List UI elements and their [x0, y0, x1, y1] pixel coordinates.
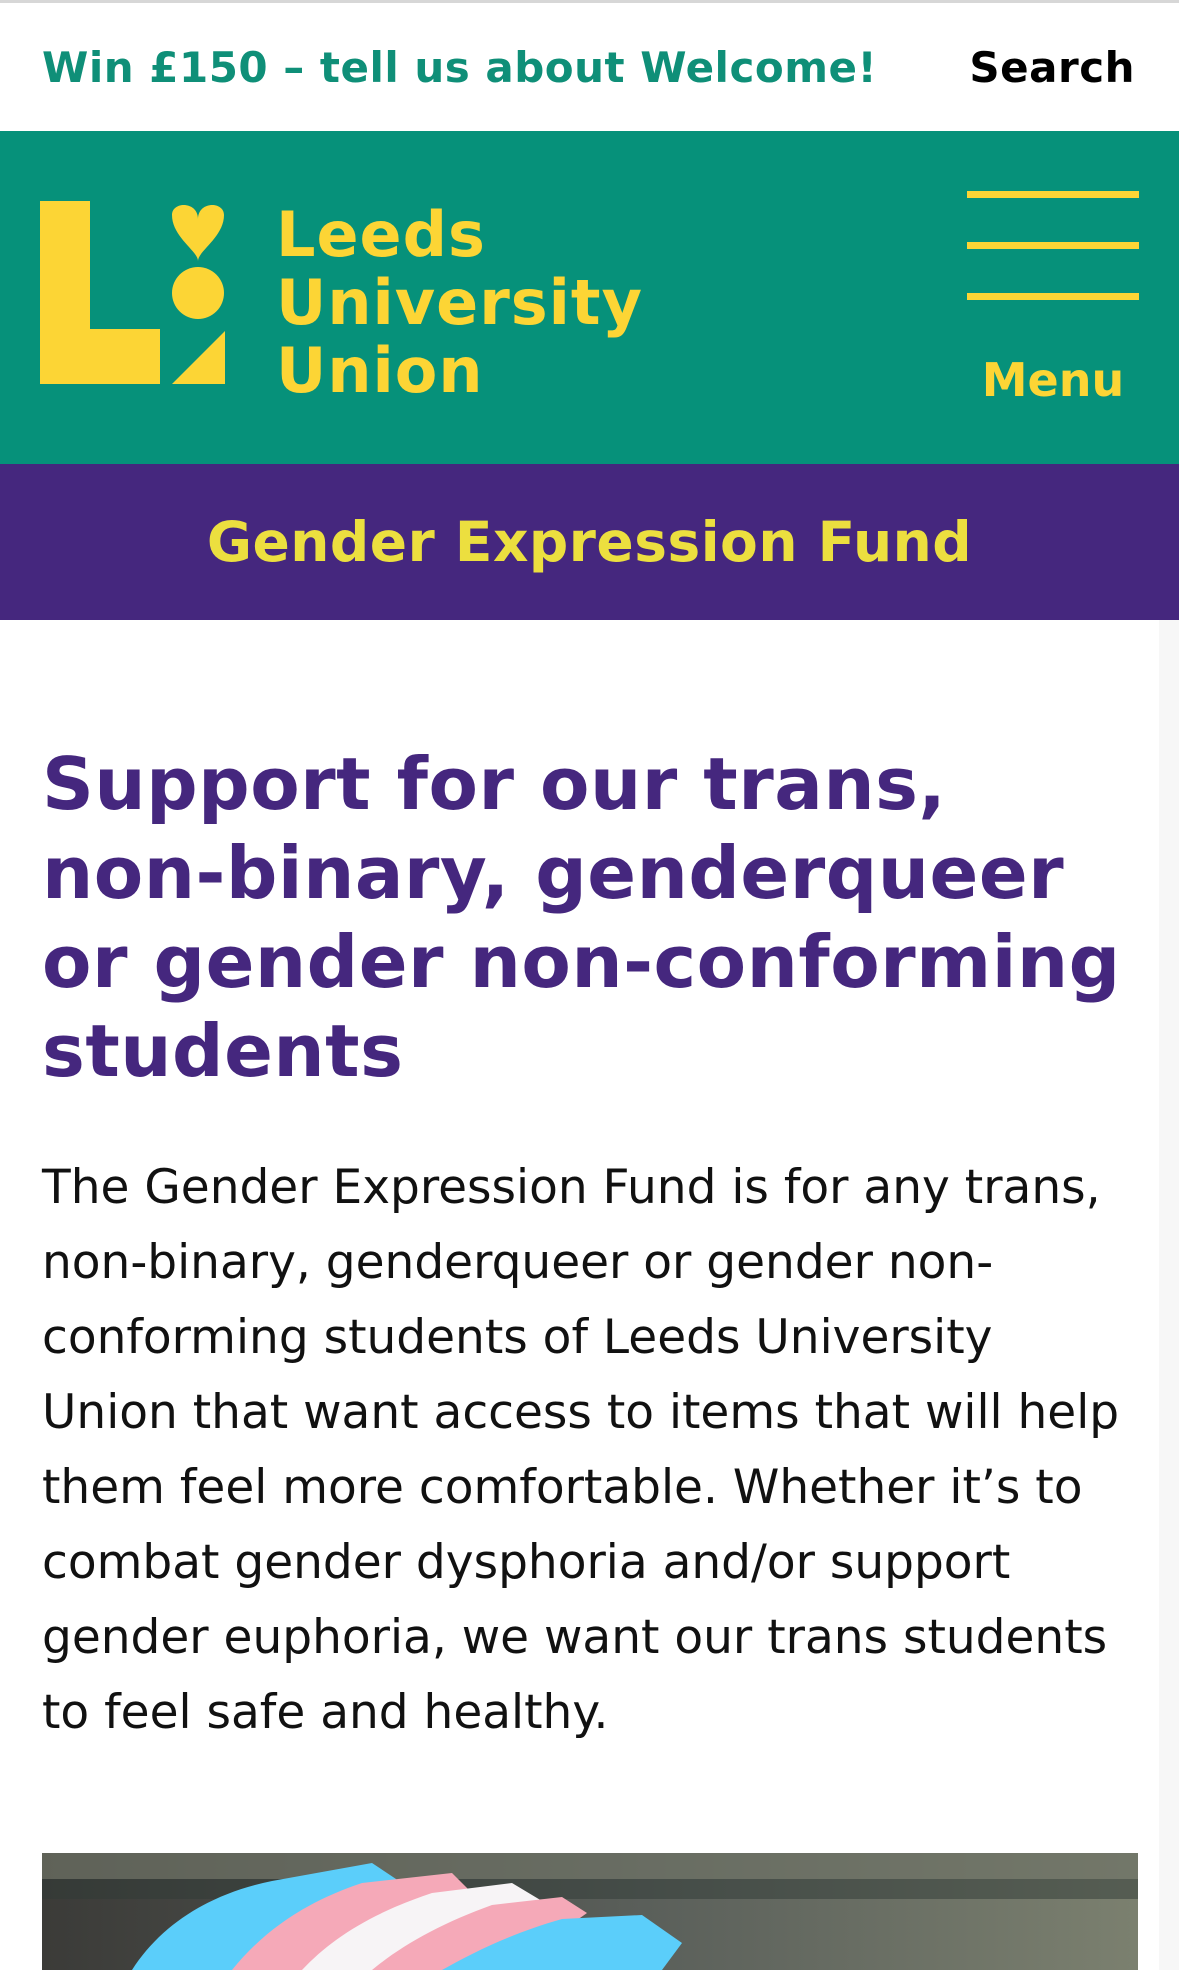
- main-content: Support for our trans, non-binary, gende…: [42, 740, 1142, 1750]
- hamburger-line-middle: [967, 242, 1139, 249]
- menu-label: Menu: [981, 353, 1125, 407]
- menu-button[interactable]: Menu: [967, 191, 1139, 421]
- page-title: Gender Expression Fund: [206, 510, 973, 574]
- luu-logo-mark: [40, 201, 225, 384]
- intro-paragraph: The Gender Expression Fund is for any tr…: [42, 1160, 1120, 1740]
- promo-link[interactable]: Win £150 – tell us about Welcome!: [42, 43, 877, 92]
- site-header: Leeds University Union Menu: [0, 131, 1179, 464]
- logo-line-2: University: [276, 266, 643, 339]
- logo-line-1: Leeds: [276, 198, 486, 271]
- section-heading: Support for our trans, non-binary, gende…: [42, 742, 1121, 1093]
- top-utility-bar: Win £150 – tell us about Welcome! Search: [0, 0, 1179, 131]
- page-title-band: Gender Expression Fund: [0, 464, 1179, 620]
- logo-wordmark: Leeds University Union: [276, 201, 696, 405]
- logo-line-3: Union: [276, 334, 484, 407]
- search-link[interactable]: Search: [969, 43, 1135, 92]
- trans-flag-illustration: [42, 1853, 1138, 1970]
- hero-image-trans-flag: [42, 1853, 1138, 1970]
- hamburger-line-bottom: [967, 293, 1139, 300]
- hamburger-line-top: [967, 191, 1139, 198]
